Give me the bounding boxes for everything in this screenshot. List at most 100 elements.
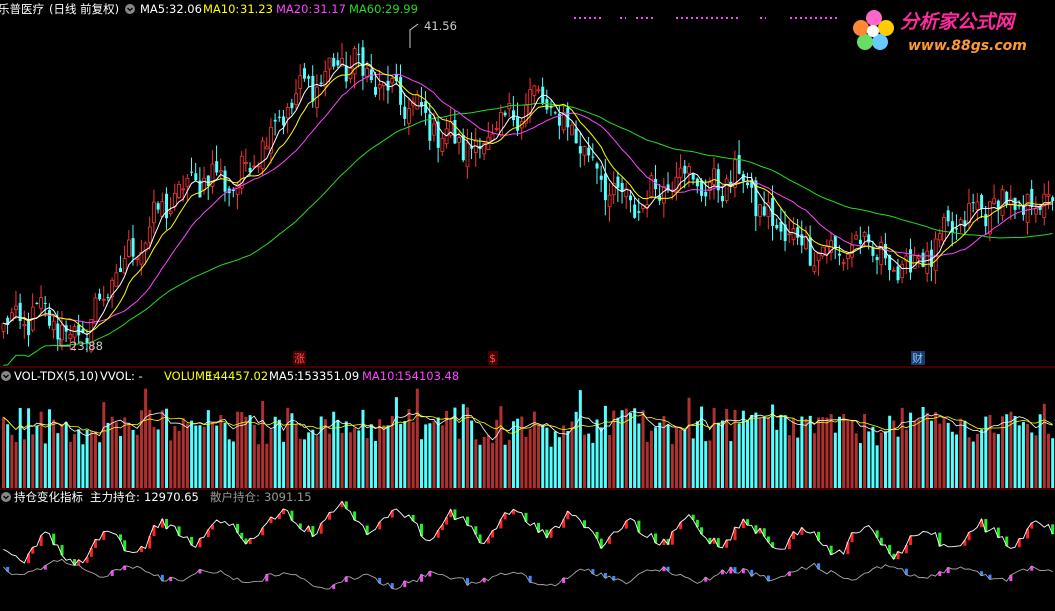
candle-down [206, 175, 210, 187]
candle-down [332, 58, 336, 67]
candle-down [746, 182, 750, 186]
holding-indicator-name: 持仓变化指标 [14, 490, 83, 504]
volume-bar-down [833, 432, 837, 488]
volume-bar-down [666, 424, 670, 488]
candle-up [377, 84, 382, 89]
volume-bar-down [470, 420, 474, 488]
volume-bar-up [323, 419, 327, 488]
volume-bar-down [302, 439, 306, 488]
volume-bar-up [913, 420, 917, 488]
candle-up [1, 323, 6, 332]
candle-down [282, 116, 286, 126]
candle-down [165, 193, 169, 219]
main-holding-label: 主力持仓: [90, 490, 140, 504]
candle-down [700, 180, 704, 196]
volume-bar-down [336, 419, 340, 488]
volume-bar-up [1009, 411, 1013, 488]
settings-toggle-icon[interactable] [125, 4, 135, 14]
candle-up [582, 146, 587, 156]
volume-bar-up [854, 433, 858, 488]
candle-down [775, 224, 779, 229]
candle-up [14, 305, 18, 311]
stock-chart[interactable]: 乐普医疗 (日线 前复权) MA5: 32.06 MA10: 31.23 MA2… [0, 0, 1055, 611]
candle-down [47, 310, 51, 326]
low-price-label: 23.88 [70, 339, 103, 353]
volume-bar-down [56, 433, 60, 488]
candle-up [127, 239, 131, 257]
ma20-value: 31.17 [313, 2, 346, 16]
candle-down [553, 112, 557, 114]
volume-bar-down [800, 416, 804, 488]
event-marker-rise[interactable]: 涨 [294, 352, 305, 365]
volume-bar-up [10, 434, 14, 488]
volume-bar-up [787, 435, 791, 488]
candle-up [854, 234, 859, 240]
volume-bar-up [382, 425, 386, 488]
candle-up [825, 246, 829, 255]
candle-up [812, 265, 817, 272]
volume-bar-up [1001, 416, 1005, 488]
volume-settings-icon[interactable] [1, 371, 11, 381]
volume-bar-up [904, 429, 908, 488]
volume-bar-down [47, 409, 51, 488]
volume-bar-up [152, 427, 156, 488]
ma10-label: MA10: [203, 2, 239, 16]
volume-bar-up [491, 442, 495, 488]
candle-up [879, 241, 884, 266]
candle-up [1025, 193, 1030, 223]
candle-down [1013, 197, 1017, 210]
candle-down [545, 99, 549, 110]
candle-down [156, 203, 160, 210]
candle-down [98, 293, 102, 300]
volume-bar-up [256, 444, 260, 488]
volume-bar-up [482, 436, 486, 488]
candle-up [678, 167, 683, 179]
volume-bar-down [637, 423, 641, 488]
volume-bar-down [971, 441, 975, 488]
candle-up [465, 142, 470, 168]
candle-down [796, 227, 800, 238]
candle-up [845, 253, 850, 259]
volume-bar-down [549, 446, 553, 488]
candle-down [77, 324, 81, 336]
event-marker-finance[interactable]: 财 [912, 351, 923, 365]
volume-bar-down [1017, 425, 1021, 488]
volume-bar-up [804, 418, 808, 488]
candle-down [616, 176, 620, 188]
volume-bar-up [842, 414, 846, 488]
candle-down [190, 171, 194, 173]
candle-up [1046, 194, 1051, 197]
candle-down [357, 53, 361, 56]
volume-bar-up [294, 423, 298, 488]
volume-bar-up [110, 416, 114, 488]
candle-down [591, 156, 595, 158]
volume-bar-down [921, 406, 925, 488]
event-markers: 涨 $ 财 [293, 351, 925, 365]
candle-up [687, 166, 691, 174]
volume-bar-up [988, 414, 992, 488]
volume-bar-up [144, 388, 148, 488]
volume-bar-down [545, 427, 549, 488]
volume-bar-up [261, 401, 265, 488]
volume-bar-up [645, 441, 649, 488]
event-marker-dividend[interactable]: $ [489, 352, 496, 365]
volume-bar-down [369, 424, 373, 488]
candle-up [975, 201, 980, 210]
candle-down [131, 238, 135, 257]
volume-bar-up [173, 426, 177, 488]
high-price-label: 41.56 [424, 19, 457, 33]
candle-down [587, 147, 591, 156]
volume-bar-down [282, 441, 286, 488]
volume-bar-up [486, 435, 490, 488]
volume-bar-down [695, 421, 699, 488]
holding-settings-icon[interactable] [1, 492, 11, 502]
volume-bar-up [520, 416, 524, 488]
volume-bar-down [198, 425, 202, 488]
volume-bar-up [114, 422, 118, 488]
candle-up [60, 324, 64, 341]
volume-bar-up [959, 418, 963, 488]
volume-bar-down [603, 405, 607, 488]
candle-down [319, 82, 323, 84]
candle-up [264, 146, 269, 150]
volume-bar-down [503, 444, 507, 488]
